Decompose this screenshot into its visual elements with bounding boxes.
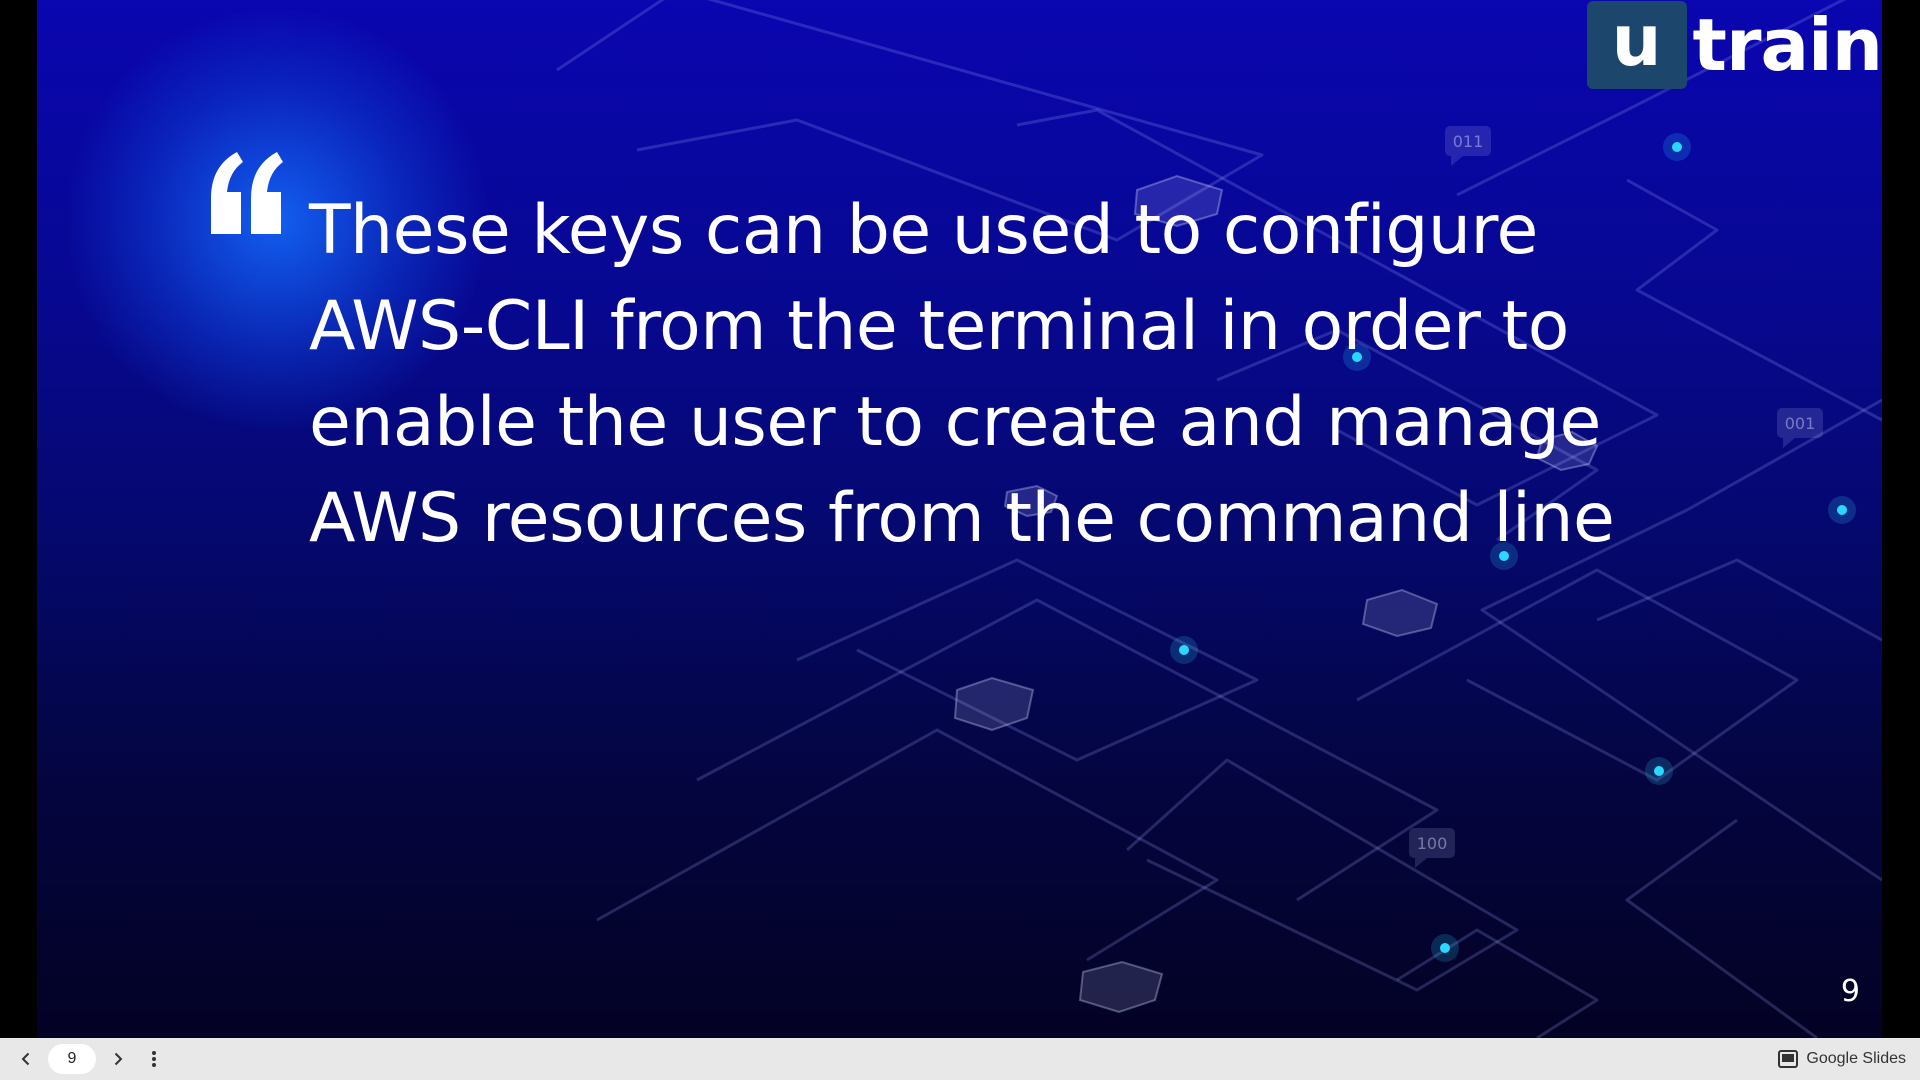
binary-tag-001: 001	[1785, 414, 1816, 433]
slide-number: 9	[1840, 974, 1860, 1009]
quote-text: These keys can be used to configure AWS-…	[309, 191, 1615, 558]
binary-tag-011: 011	[1453, 132, 1484, 151]
page-number-input[interactable]: 9	[48, 1044, 96, 1074]
presentation-viewer: 011 001 100 u train These keys can be us…	[0, 0, 1920, 1080]
slides-icon	[1778, 1050, 1799, 1068]
more-vert-icon	[152, 1051, 156, 1067]
next-slide-button[interactable]	[104, 1045, 132, 1073]
chevron-left-icon	[21, 1052, 30, 1066]
chevron-right-icon	[114, 1052, 123, 1066]
logo-wordmark: train	[1692, 3, 1882, 87]
logo-u-box: u	[1586, 1, 1687, 89]
google-slides-link[interactable]: Google Slides	[1778, 1038, 1906, 1080]
slide: 011 001 100 u train These keys can be us…	[37, 0, 1882, 1038]
brand-label: Google Slides	[1806, 1050, 1906, 1067]
more-options-button[interactable]	[140, 1045, 168, 1073]
utrain-logo: u train	[1586, 0, 1882, 90]
previous-slide-button[interactable]	[12, 1045, 40, 1073]
quote-mark-icon	[211, 152, 283, 234]
viewer-controls-bar: 9 Google Slides	[0, 1038, 1920, 1080]
binary-tag-100: 100	[1417, 834, 1448, 853]
